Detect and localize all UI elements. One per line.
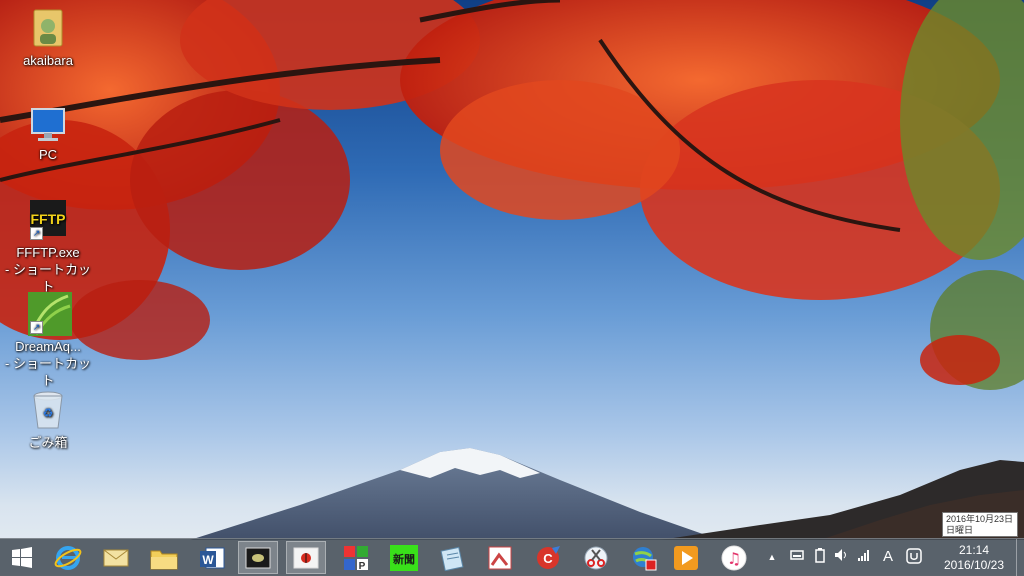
svg-text:♻: ♻ xyxy=(43,406,54,420)
taskbar-app-window-2[interactable] xyxy=(286,541,326,574)
taskbar-notepad[interactable] xyxy=(432,541,472,574)
taskbar-paint-app[interactable]: P xyxy=(336,541,376,574)
show-desktop-button[interactable] xyxy=(1016,539,1024,576)
word-glyph: W xyxy=(202,553,214,567)
globe-icon xyxy=(633,546,657,570)
taskbar-clock[interactable]: 21:14 2016/10/23 xyxy=(938,543,1010,573)
clock-time: 21:14 xyxy=(958,543,990,557)
word-icon: W xyxy=(200,547,225,568)
taskbar-file-explorer[interactable] xyxy=(144,541,184,574)
taskbar-internet-explorer[interactable] xyxy=(48,541,88,574)
itunes-glyph: ♫ xyxy=(727,549,741,568)
start-button[interactable] xyxy=(2,541,42,574)
user-folder-icon xyxy=(28,6,68,50)
ccleaner-icon: C xyxy=(537,545,560,569)
date-tooltip: 2016年10月23日 日曜日 xyxy=(942,512,1018,537)
tray-volume-icon[interactable] xyxy=(834,548,850,567)
taskbar-network-app[interactable] xyxy=(624,541,664,574)
desktop-icon-ffftp[interactable]: FFTP ↗ FFFTP.exe - ショートカット xyxy=(0,198,96,295)
desktop-icon-label-line1: DreamAq... xyxy=(15,339,81,354)
desktop-icon-label-line1: FFFTP.exe xyxy=(16,245,80,260)
tray-keyboard-icon[interactable] xyxy=(789,548,805,566)
recycle-bin-icon: ♻ xyxy=(28,388,68,432)
desktop-icon-label-line2: - ショートカット xyxy=(5,262,91,294)
ladybug-app-icon xyxy=(293,547,319,568)
scissors-icon xyxy=(584,546,608,569)
clock-date: 2016/10/23 xyxy=(943,558,1005,572)
taskbar-snipping-tool[interactable] xyxy=(576,541,616,574)
tooltip-weekday: 日曜日 xyxy=(946,525,974,535)
shortcut-arrow-icon: ↗ xyxy=(30,227,43,240)
internet-explorer-icon xyxy=(54,545,82,570)
image-viewer-icon xyxy=(488,546,512,569)
battery-icon xyxy=(815,548,825,563)
taskbar-news-app[interactable]: 新聞 xyxy=(384,541,424,574)
desktop-icon-label: akaibara xyxy=(23,53,73,68)
taskbar-image-viewer[interactable] xyxy=(480,541,520,574)
wallpaper-art xyxy=(0,0,1024,540)
desktop-icon-user-folder[interactable]: akaibara xyxy=(0,6,96,69)
paint-glyph: P xyxy=(359,561,366,572)
keyboard-icon xyxy=(790,550,804,560)
taskbar: W P 新聞 C ♫ ▲ A 21:14 2016/10/23 xyxy=(0,538,1024,576)
taskbar-mail[interactable] xyxy=(96,541,136,574)
tray-power-icon[interactable] xyxy=(812,548,828,569)
desktop-icon-label-line2: - ショートカット xyxy=(5,356,91,388)
taskbar-ccleaner[interactable]: C xyxy=(528,541,568,574)
taskbar-app-window-1[interactable] xyxy=(238,541,278,574)
ccleaner-glyph: C xyxy=(543,551,553,566)
ffftp-icon: FFTP ↗ xyxy=(28,198,68,242)
desktop-icon-pc[interactable]: PC xyxy=(0,106,96,163)
app-window-icon xyxy=(245,547,271,568)
taskbar-itunes[interactable]: ♫ xyxy=(714,541,754,574)
notepad-icon xyxy=(440,546,464,571)
ffftp-icon-text: FFTP xyxy=(31,211,66,227)
windows-logo-icon xyxy=(12,546,32,568)
music-note-icon: ♫ xyxy=(721,545,747,570)
folder-icon xyxy=(150,550,178,569)
dreamaquarium-icon: ↗ xyxy=(28,292,72,336)
tray-app-icon[interactable] xyxy=(905,548,923,569)
tooltip-date: 2016年10月23日 xyxy=(946,514,1014,524)
desktop-icon-label: PC xyxy=(38,147,58,162)
desktop-icon-dreamaquarium[interactable]: ↗ DreamAq... - ショートカット xyxy=(0,292,96,389)
signal-bars-icon xyxy=(858,550,869,561)
taskbar-media-player[interactable] xyxy=(666,541,706,574)
action-center-icon xyxy=(906,548,922,564)
play-icon xyxy=(674,545,698,570)
news-glyph: 新聞 xyxy=(393,552,415,566)
desktop-icon-label: ごみ箱 xyxy=(28,435,68,450)
taskbar-word[interactable]: W xyxy=(192,541,232,574)
news-app-icon: 新聞 xyxy=(390,544,418,571)
speaker-icon xyxy=(835,549,846,561)
tray-ime-indicator[interactable]: A xyxy=(880,548,896,566)
desktop-wallpaper xyxy=(0,0,1024,575)
shortcut-arrow-icon: ↗ xyxy=(30,321,43,334)
paint-icon: P xyxy=(344,545,368,572)
desktop-icon-recycle-bin[interactable]: ♻ ごみ箱 xyxy=(0,388,96,451)
computer-icon xyxy=(28,106,68,144)
tray-overflow-chevron[interactable]: ▲ xyxy=(766,548,778,566)
mail-icon xyxy=(103,549,129,566)
tray-network-icon[interactable] xyxy=(856,548,872,567)
